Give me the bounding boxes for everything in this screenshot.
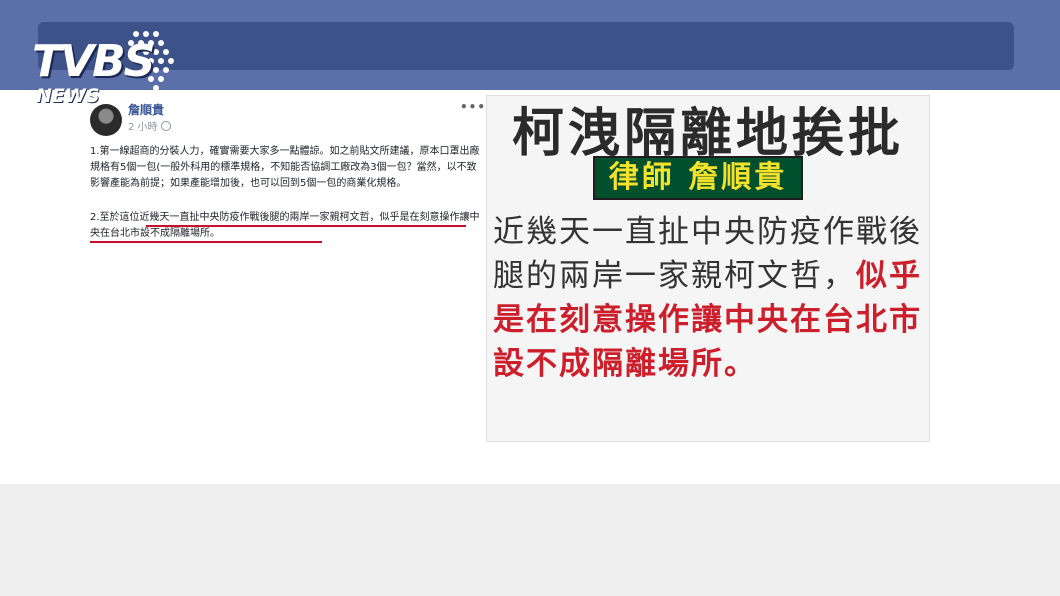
headline-panel: 柯洩隔離地挨批 律師 詹順貴 近幾天一直扯中央防疫作戰後腿的兩岸一家親柯文哲，似…	[486, 95, 930, 442]
globe-icon	[160, 121, 171, 131]
highlight-underline-2	[90, 241, 322, 243]
more-options-icon[interactable]: •••	[460, 100, 486, 114]
post-timestamp: 2 小時	[128, 121, 171, 134]
post-author[interactable]: 詹順貴	[128, 103, 164, 117]
post-paragraph-1: 1.第一線超商的分裝人力，確實需要大家多一點體諒。如之前貼文所建議，原本口罩出廠…	[90, 146, 480, 189]
avatar[interactable]	[90, 104, 122, 136]
highlight-underline-1	[146, 225, 466, 227]
tvbs-logo: TVBS NEWS	[32, 28, 192, 110]
speaker-tag: 律師 詹順貴	[593, 156, 803, 200]
bottom-gray-area	[0, 484, 1060, 596]
quote-text: 近幾天一直扯中央防疫作戰後腿的兩岸一家親柯文哲，似乎是在刻意操作讓中央在台北市設…	[493, 210, 929, 386]
facebook-post: 詹順貴 2 小時 ••• 1.第一線超商的分裝人力，確實需要大家多一點體諒。如之…	[86, 100, 486, 260]
logo-text: TVBS	[32, 36, 155, 87]
post-time[interactable]: 2 小時	[128, 122, 158, 133]
